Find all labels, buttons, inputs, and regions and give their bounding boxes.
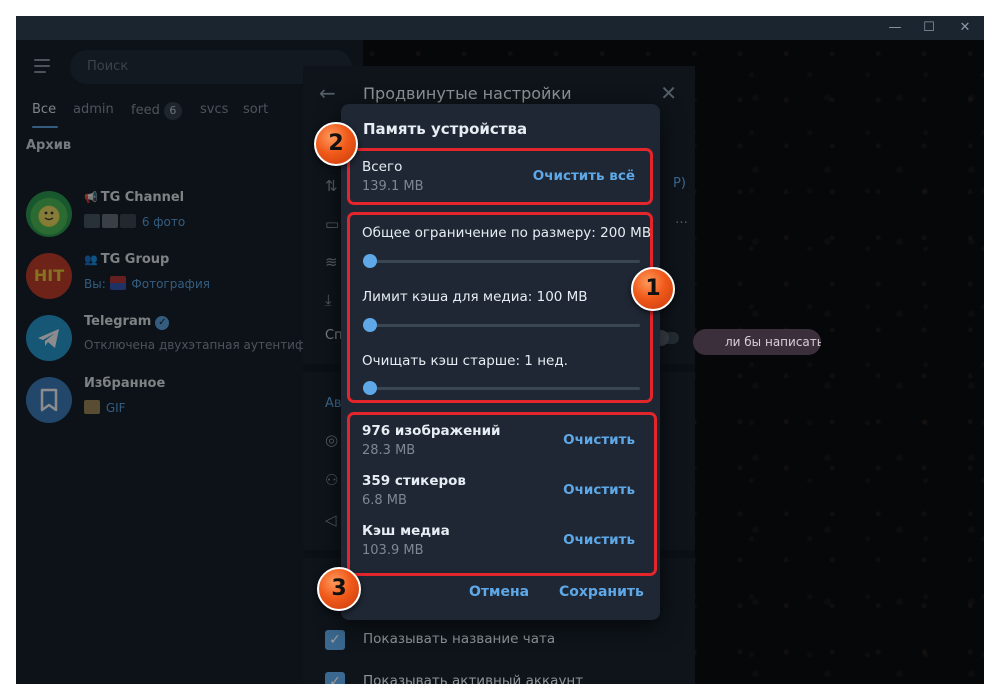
title-bar: — ☐ ✕: [16, 16, 984, 40]
dialog-title: Память устройства: [363, 120, 528, 138]
annotation-marker-2: 2: [314, 122, 358, 166]
chat-suggestion-chip[interactable]: ли бы написать: [693, 329, 821, 355]
cancel-button[interactable]: Отмена: [469, 584, 529, 600]
highlight-box-limits: [347, 212, 653, 403]
highlight-box-categories: [347, 412, 657, 576]
highlight-box-total: [347, 148, 653, 205]
minimize-button[interactable]: —: [878, 16, 912, 40]
annotation-marker-1: 1: [631, 267, 675, 311]
close-window-button[interactable]: ✕: [948, 16, 982, 40]
save-button[interactable]: Сохранить: [559, 584, 644, 600]
maximize-button[interactable]: ☐: [912, 16, 946, 40]
annotation-marker-3: 3: [317, 567, 361, 611]
